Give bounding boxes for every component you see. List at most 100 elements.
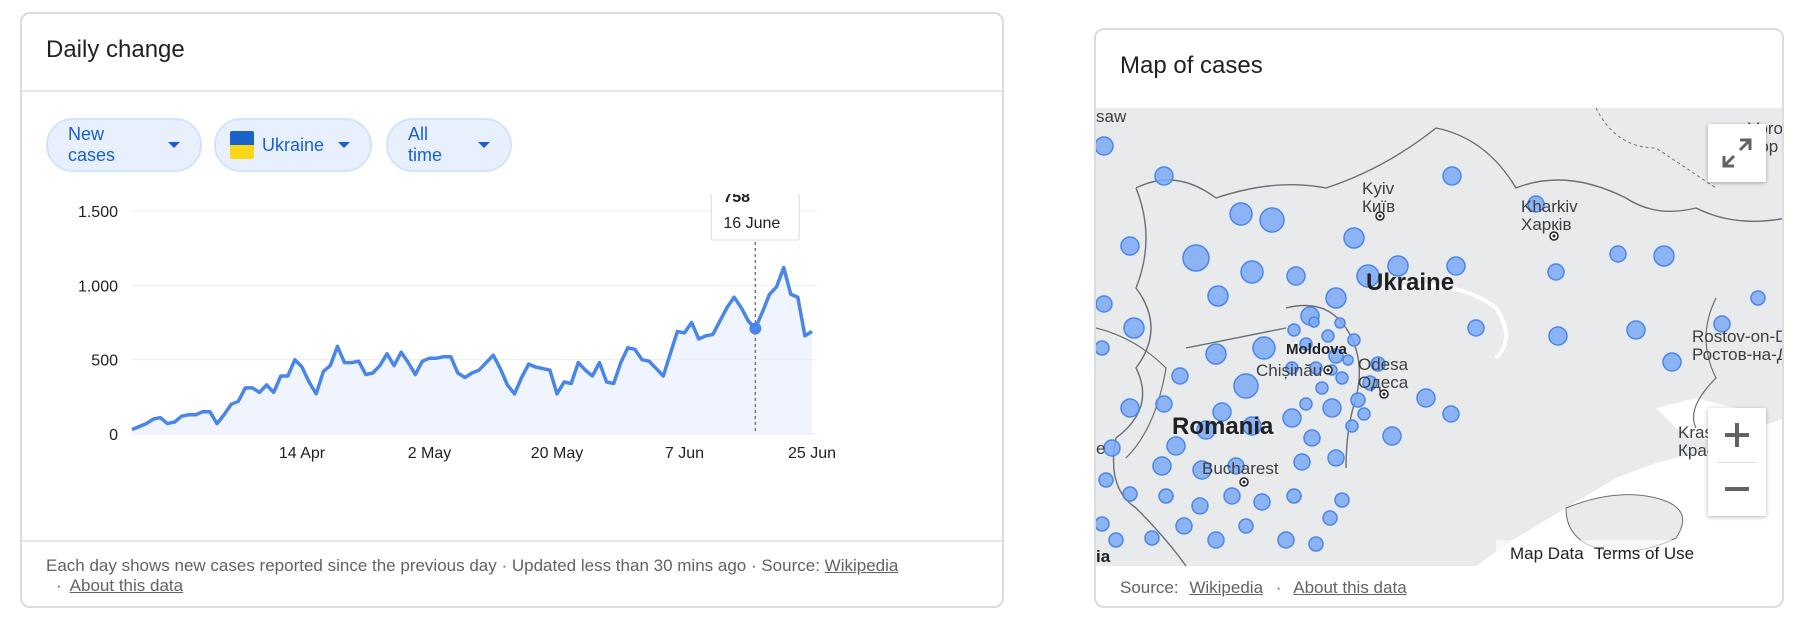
map-label-kyiv-native: Київ [1362, 197, 1395, 216]
case-bubble [1286, 266, 1306, 286]
case-bubble [1334, 492, 1350, 508]
case-bubble [1096, 295, 1113, 313]
case-bubble [1287, 323, 1301, 337]
case-bubble [1229, 202, 1253, 226]
expand-icon [1722, 138, 1752, 168]
case-bubble [1252, 336, 1276, 360]
map-label-kyiv: Kyiv [1362, 179, 1395, 198]
map-footer-separator: · [1275, 578, 1282, 597]
zoom-controls [1708, 408, 1766, 516]
footer-description: Each day shows new cases reported since … [46, 556, 820, 575]
about-data-link[interactable]: About this data [70, 576, 183, 595]
case-bubble [1416, 388, 1436, 408]
zoom-out-button[interactable] [1708, 463, 1766, 516]
case-bubble [1152, 456, 1172, 476]
case-bubble [1322, 398, 1342, 418]
case-bubble [1103, 439, 1121, 457]
case-bubble [1191, 497, 1209, 515]
case-bubble [1315, 381, 1329, 395]
map-about-data-link[interactable]: About this data [1293, 578, 1406, 597]
case-bubble [1171, 367, 1189, 385]
case-bubble [1120, 398, 1140, 418]
map-label-ukraine: Ukraine [1366, 269, 1454, 296]
case-bubble [1442, 166, 1462, 186]
terms-of-use-link[interactable]: Terms of Use [1594, 544, 1694, 564]
range-dropdown[interactable]: All time [386, 118, 512, 172]
map-label-saw: saw [1096, 108, 1127, 126]
dnieper-river [1395, 283, 1508, 360]
case-bubble [1347, 333, 1361, 347]
chevron-down-icon [338, 142, 350, 148]
case-bubble [1327, 449, 1345, 467]
case-bubble [1207, 531, 1225, 549]
case-bubble [1662, 352, 1682, 372]
border-dashed [1595, 108, 1717, 189]
footer-divider [22, 540, 1002, 542]
x-tick-label: 2 May [408, 445, 452, 462]
country-dropdown[interactable]: Ukraine [214, 118, 372, 172]
case-bubble [1122, 486, 1138, 502]
plus-icon [1725, 423, 1749, 447]
case-bubble [1154, 166, 1174, 186]
map-data-link[interactable]: Map Data [1510, 544, 1584, 564]
map-label-edge-e: e [1096, 439, 1105, 458]
case-bubble [1207, 285, 1229, 307]
case-bubble [1303, 429, 1321, 447]
case-bubble [1175, 517, 1193, 535]
source-link[interactable]: Wikipedia [825, 556, 899, 575]
map-source-link[interactable]: Wikipedia [1189, 578, 1263, 597]
case-bubble [1123, 317, 1145, 339]
map-label-odesa-native: Одеса [1358, 373, 1409, 392]
map-label-rostov: Rostov-on-Do [1692, 327, 1784, 346]
case-bubble [1548, 326, 1568, 346]
case-bubble [1253, 493, 1271, 511]
case-bubble [1277, 531, 1295, 549]
daily-change-card: Daily change New cases Ukraine All time … [20, 12, 1004, 608]
case-bubble [1259, 207, 1285, 233]
fullscreen-button[interactable] [1708, 124, 1766, 182]
daily-change-chart[interactable]: 0 500 1.000 1.500 14 Apr 2 May 20 May 7 Jun 25 J… [22, 194, 1002, 544]
map-label-bucharest: Bucharest [1202, 459, 1279, 478]
map-source-label: Source: [1120, 578, 1179, 597]
map-label-odesa: Odesa [1358, 355, 1409, 374]
case-bubble [1144, 530, 1160, 546]
series-area [132, 267, 812, 434]
case-bubble [1382, 426, 1402, 446]
metric-dropdown[interactable]: New cases [46, 118, 202, 172]
case-bubble [1282, 408, 1302, 428]
country-dropdown-label: Ukraine [261, 134, 324, 155]
case-bubble [1467, 319, 1485, 337]
map-label-kharkiv: Kharkiv [1521, 197, 1578, 216]
zoom-in-button[interactable] [1708, 409, 1766, 462]
case-bubble [1096, 516, 1110, 532]
case-bubble [1098, 472, 1114, 488]
case-bubble [1609, 245, 1627, 263]
case-bubble [1626, 320, 1646, 340]
case-bubble [1308, 316, 1320, 328]
metric-dropdown-label: New cases [68, 124, 116, 165]
y-tick-label: 0 [109, 427, 118, 444]
case-bubble [1357, 407, 1371, 421]
x-tick-label: 25 Jun [788, 445, 836, 462]
case-bubble [1158, 488, 1174, 504]
map-title: Map of cases [1120, 52, 1263, 79]
case-bubble [1155, 395, 1173, 413]
case-bubble [1299, 397, 1313, 411]
map-canvas[interactable]: saw Kyiv Київ Kharkiv Харків Ukraine Mol… [1096, 108, 1784, 566]
chevron-down-icon [168, 142, 180, 148]
chart-footer: Each day shows new cases reported since … [46, 556, 986, 596]
map-label-edge-ia: ia [1096, 547, 1111, 566]
tooltip-date: 16 June [723, 215, 780, 232]
case-bubble [1120, 236, 1140, 256]
minus-icon [1725, 487, 1749, 491]
ukraine-flag-icon [230, 131, 254, 159]
map-view[interactable]: saw Kyiv Київ Kharkiv Харків Ukraine Mol… [1096, 108, 1784, 566]
case-bubble [1345, 419, 1359, 433]
case-bubble [1233, 373, 1259, 399]
map-label-romania: Romania [1172, 413, 1274, 440]
case-bubble [1108, 532, 1124, 548]
map-label-chisinau: Chișinău [1256, 361, 1322, 380]
case-bubble [1205, 343, 1227, 365]
case-bubble [1334, 317, 1346, 329]
case-bubble [1238, 518, 1254, 534]
